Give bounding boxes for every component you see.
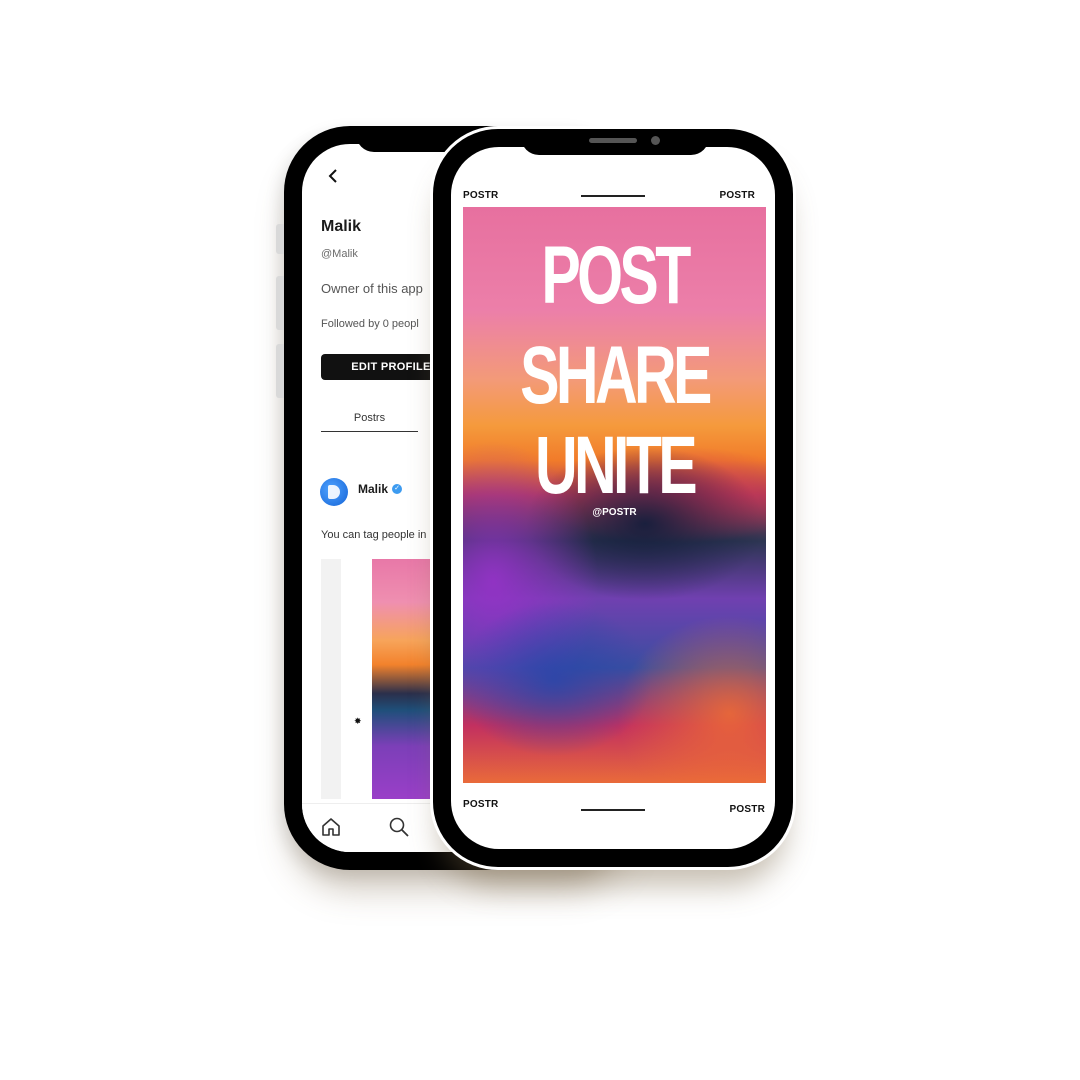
divider-line [581, 809, 645, 811]
camera-icon [651, 136, 660, 145]
search-icon[interactable] [388, 816, 410, 838]
speaker-grille [589, 138, 637, 143]
brand-label-top-right: POSTR [719, 190, 755, 201]
avatar[interactable] [320, 478, 348, 506]
poster-screen: POSTR POSTR POST SHARE UNITE @POSTR POST… [451, 147, 775, 849]
side-button [276, 276, 284, 330]
brand-label-top-left: POSTR [463, 190, 499, 201]
poster-headline-line: SHARE [520, 330, 712, 421]
post-text: You can tag people in [321, 529, 427, 541]
tab-postrs[interactable]: Postrs [321, 412, 418, 424]
sparkle-icon: ✸ [354, 716, 362, 726]
profile-name: Malik [321, 218, 362, 235]
profile-handle: @Malik [321, 248, 358, 260]
active-tab-indicator [321, 431, 418, 432]
poster-headline-line: UNITE [534, 420, 698, 511]
brand-label-bottom-right: POSTR [729, 804, 765, 815]
poster-headline-line: POST [541, 230, 691, 321]
followers-count[interactable]: Followed by 0 peopl [321, 318, 419, 330]
poster-handle: @POSTR [592, 507, 637, 518]
side-button [276, 344, 284, 398]
side-button [276, 224, 284, 254]
front-phone-mockup: POSTR POSTR POST SHARE UNITE @POSTR POST… [430, 126, 796, 870]
home-icon[interactable] [320, 816, 342, 838]
verified-icon: ✓ [392, 484, 402, 494]
post-image-strip [321, 559, 341, 799]
chevron-left-icon[interactable] [326, 164, 340, 190]
poster-image[interactable]: POST SHARE UNITE @POSTR [463, 207, 766, 783]
divider-line [581, 195, 645, 197]
profile-bio: Owner of this app [321, 281, 423, 296]
post-author[interactable]: Malik [358, 482, 388, 496]
phone-notch [521, 129, 709, 155]
logo-icon [328, 485, 340, 499]
brand-label-bottom-left: POSTR [463, 799, 499, 810]
